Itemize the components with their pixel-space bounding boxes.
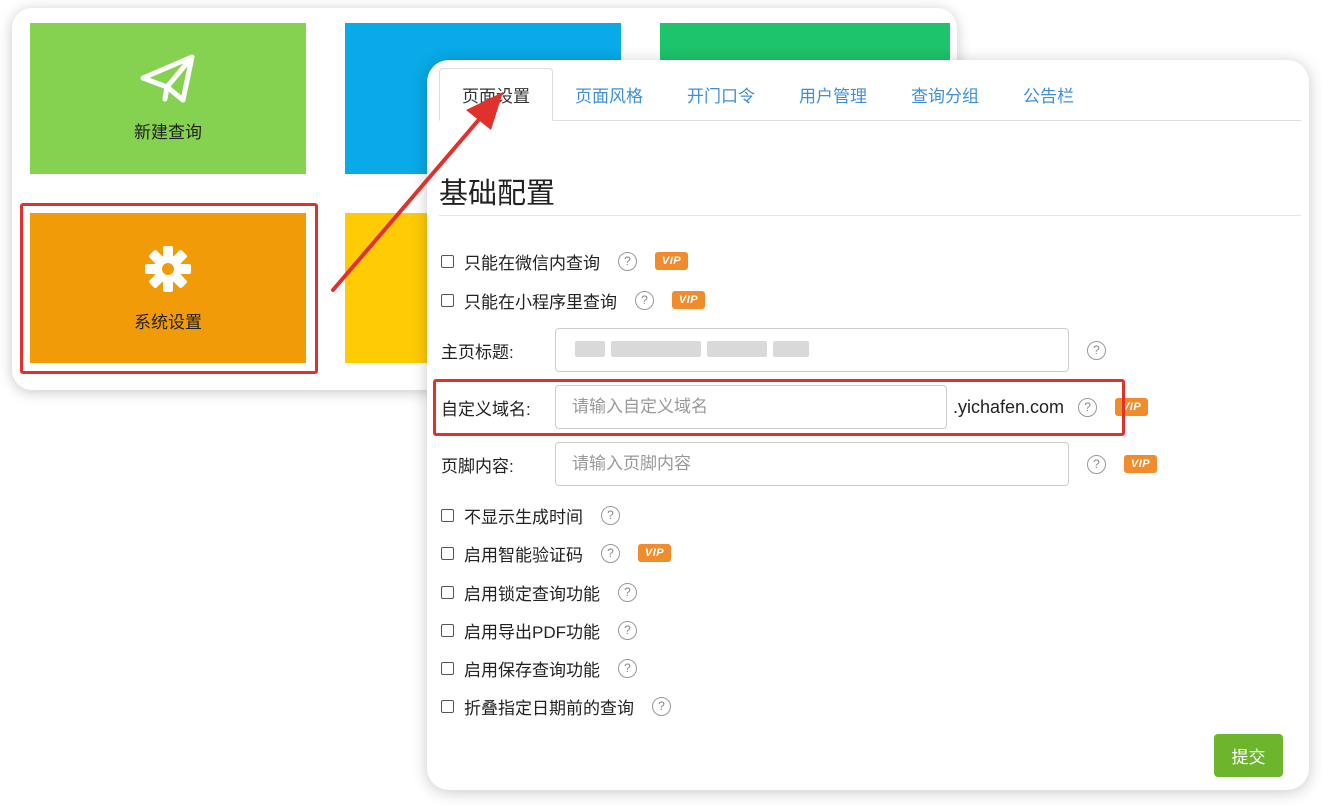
checkbox[interactable] [441,293,454,307]
redacted-text [707,341,767,357]
option-fold-before-date: 折叠指定日期前的查询 ? [441,694,671,718]
option-lock-query: 启用锁定查询功能 ? [441,580,637,604]
option-save-query: 启用保存查询功能 ? [441,656,637,680]
tab-user-management[interactable]: 用户管理 [777,68,889,121]
checkbox[interactable] [441,546,454,560]
help-icon[interactable]: ? [1087,454,1106,474]
option-miniprogram-only: 只能在小程序里查询 ? VIP [441,288,705,312]
option-smart-captcha: 启用智能验证码 ? VIP [441,541,671,565]
help-icon[interactable]: ? [618,620,637,640]
checkbox[interactable] [441,254,454,268]
help-icon[interactable]: ? [635,290,654,310]
option-label: 启用导出PDF功能 [464,622,600,642]
tab-bar: 页面设置 页面风格 开门口令 用户管理 查询分组 公告栏 [439,68,1301,121]
vip-badge: VIP [638,544,671,562]
help-icon[interactable]: ? [618,582,637,602]
help-icon[interactable]: ? [652,696,671,716]
footer-row: 页脚内容: ? VIP [441,442,1157,486]
vip-badge: VIP [655,252,688,270]
tab-query-groups[interactable]: 查询分组 [889,68,1001,121]
vip-badge: VIP [672,291,705,309]
highlight-box-custom-domain [433,379,1125,436]
tile-new-query[interactable]: 新建查询 [30,23,306,174]
help-icon[interactable]: ? [618,658,637,678]
option-label: 启用保存查询功能 [464,660,600,680]
option-hide-generation-time: 不显示生成时间 ? [441,503,620,527]
redacted-text [575,341,605,357]
option-label: 只能在微信内查询 [464,253,600,273]
checkbox[interactable] [441,585,454,599]
tab-bulletin[interactable]: 公告栏 [1001,68,1096,121]
submit-button[interactable]: 提交 [1214,734,1283,777]
section-title: 基础配置 [439,178,556,210]
checkbox[interactable] [441,661,454,675]
help-icon[interactable]: ? [618,251,637,271]
homepage-title-row: 主页标题: ? [441,328,1106,372]
help-icon[interactable]: ? [1087,340,1106,360]
tab-access-password[interactable]: 开门口令 [665,68,777,121]
help-icon[interactable]: ? [601,505,620,525]
option-label: 启用智能验证码 [464,545,583,565]
option-label: 不显示生成时间 [464,507,583,527]
footer-label: 页脚内容: [441,456,514,476]
option-label: 启用锁定查询功能 [464,584,600,604]
help-icon[interactable]: ? [601,543,620,563]
option-label: 折叠指定日期前的查询 [464,698,634,718]
tile-new-query-label: 新建查询 [134,123,202,142]
option-wechat-only: 只能在微信内查询 ? VIP [441,249,688,273]
checkbox[interactable] [441,699,454,713]
tab-page-settings[interactable]: 页面设置 [439,68,553,121]
redacted-text [611,341,701,357]
footer-input[interactable] [555,442,1069,486]
homepage-title-label: 主页标题: [441,342,514,362]
checkbox[interactable] [441,623,454,637]
option-export-pdf: 启用导出PDF功能 ? [441,618,637,642]
tab-page-style[interactable]: 页面风格 [553,68,665,121]
paper-plane-icon [140,54,195,103]
section-divider [439,215,1301,216]
highlight-box-settings [20,203,318,374]
checkbox[interactable] [441,508,454,522]
vip-badge: VIP [1124,455,1157,473]
redacted-text [773,341,809,357]
option-label: 只能在小程序里查询 [464,292,617,312]
